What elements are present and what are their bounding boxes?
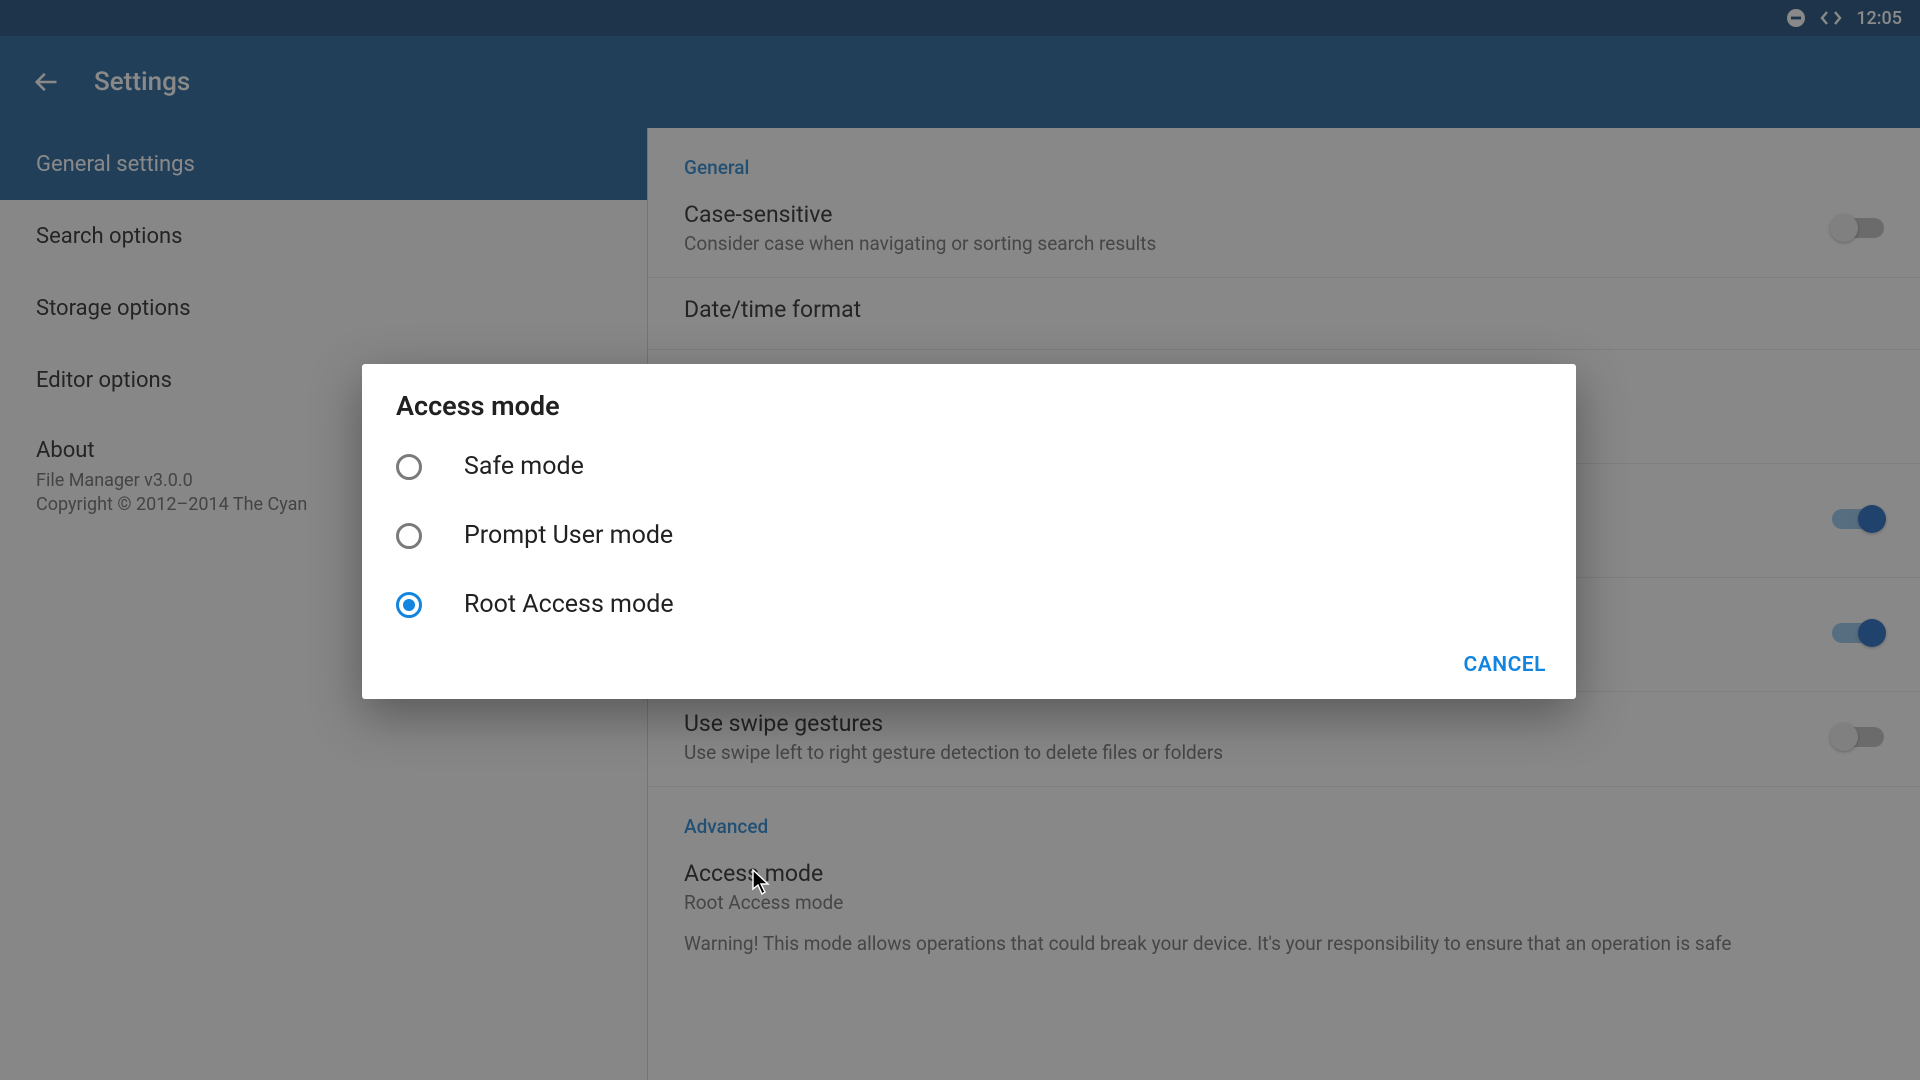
radio-option-root[interactable]: Root Access mode [362, 570, 1576, 639]
radio-option-safe[interactable]: Safe mode [362, 432, 1576, 501]
access-mode-dialog: Access mode Safe mode Prompt User mode R… [362, 364, 1576, 699]
cancel-button[interactable]: CANCEL [1463, 653, 1546, 677]
dialog-title: Access mode [362, 390, 1576, 432]
radio-icon [396, 523, 422, 549]
dialog-actions: CANCEL [362, 639, 1576, 689]
radio-icon [396, 592, 422, 618]
radio-option-prompt[interactable]: Prompt User mode [362, 501, 1576, 570]
radio-label: Safe mode [464, 452, 584, 481]
radio-icon [396, 454, 422, 480]
radio-label: Prompt User mode [464, 521, 673, 550]
radio-label: Root Access mode [464, 590, 674, 619]
